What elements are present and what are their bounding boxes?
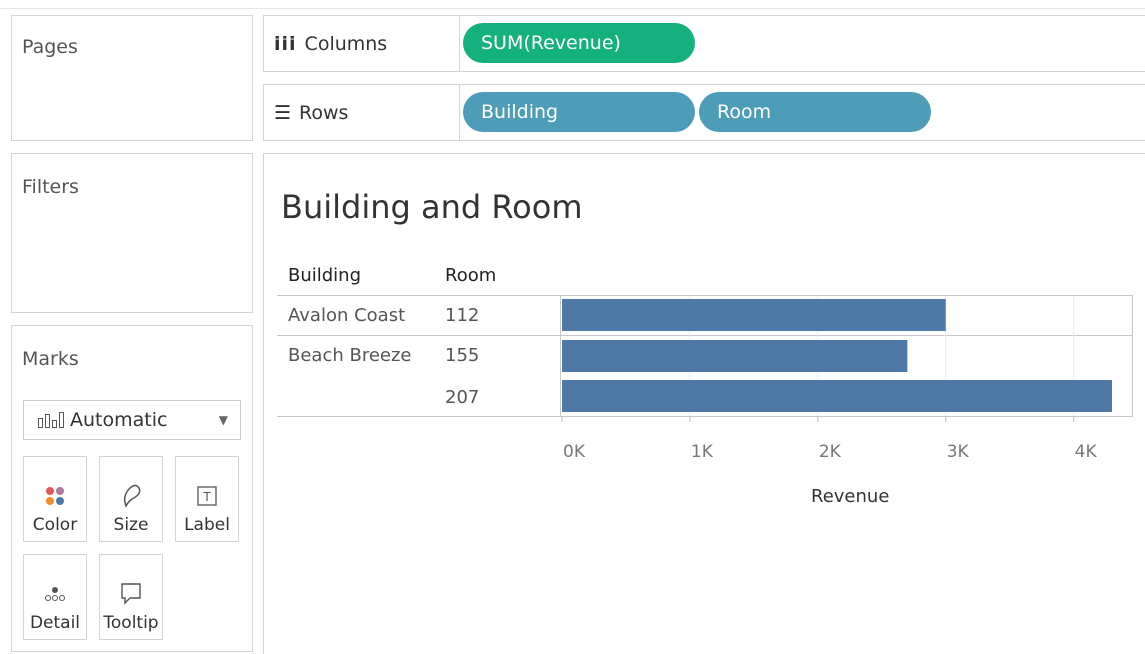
marks-title: Marks bbox=[22, 348, 79, 370]
x-axis-tick-label: 2K bbox=[819, 442, 842, 462]
label-button[interactable]: T Label bbox=[175, 456, 239, 542]
x-axis-tick-label: 0K bbox=[563, 442, 586, 462]
sum-revenue-pill[interactable]: SUM(Revenue) bbox=[463, 23, 695, 63]
x-axis-tick-label: 1K bbox=[691, 442, 714, 462]
color-palette-icon bbox=[44, 481, 66, 511]
text-label-icon: T bbox=[196, 481, 218, 511]
tooltip-button[interactable]: Tooltip bbox=[99, 554, 163, 640]
color-button[interactable]: Color bbox=[23, 456, 87, 542]
bar-chart-icon bbox=[38, 412, 64, 428]
x-axis-tick-label: 4K bbox=[1075, 442, 1098, 462]
revenue-bar[interactable] bbox=[562, 380, 1112, 412]
chevron-down-icon: ▼ bbox=[218, 413, 228, 427]
columns-label: Columns bbox=[304, 32, 388, 55]
room-pill[interactable]: Room bbox=[699, 92, 931, 132]
pages-title: Pages bbox=[22, 36, 78, 58]
svg-text:T: T bbox=[202, 490, 211, 504]
size-button-label: Size bbox=[113, 515, 149, 535]
filters-panel[interactable]: Filters bbox=[11, 153, 253, 313]
rows-shelf-label-group: ☰ Rows bbox=[274, 85, 348, 140]
rows-label: Rows bbox=[299, 101, 349, 124]
rows-icon: ☰ bbox=[274, 101, 292, 124]
top-toolbar-edge bbox=[0, 0, 1145, 9]
shelf-divider bbox=[459, 85, 460, 140]
shelf-divider bbox=[459, 16, 460, 71]
revenue-bar[interactable] bbox=[562, 299, 946, 331]
columns-shelf[interactable]: iii Columns SUM(Revenue) bbox=[263, 15, 1145, 72]
x-axis-title: Revenue bbox=[811, 486, 890, 507]
revenue-bar[interactable] bbox=[562, 340, 908, 372]
detail-button[interactable]: Detail bbox=[23, 554, 87, 640]
tooltip-button-label: Tooltip bbox=[103, 613, 159, 633]
x-axis-tick-label: 3K bbox=[947, 442, 970, 462]
rows-shelf[interactable]: ☰ Rows Building Room bbox=[263, 84, 1145, 141]
marks-panel: Marks Automatic ▼ Color Size T Label Det… bbox=[11, 325, 253, 652]
detail-dots-icon bbox=[43, 579, 67, 609]
building-pill[interactable]: Building bbox=[463, 92, 695, 132]
size-icon bbox=[120, 481, 142, 511]
color-button-label: Color bbox=[32, 515, 78, 535]
tooltip-icon bbox=[120, 579, 142, 609]
size-button[interactable]: Size bbox=[99, 456, 163, 542]
columns-icon: iii bbox=[274, 32, 297, 55]
view-canvas[interactable]: Building and Room Building Room Avalon C… bbox=[263, 153, 1145, 654]
revenue-bar-chart: 0K 1K 2K 3K 4K bbox=[561, 296, 1112, 462]
mark-type-value: Automatic bbox=[70, 409, 168, 431]
detail-button-label: Detail bbox=[29, 613, 81, 633]
pages-panel[interactable]: Pages bbox=[11, 15, 253, 141]
label-button-label: Label bbox=[184, 515, 230, 535]
columns-shelf-label-group: iii Columns bbox=[274, 16, 387, 71]
mark-type-dropdown[interactable]: Automatic ▼ bbox=[23, 400, 241, 440]
filters-title: Filters bbox=[22, 176, 79, 198]
